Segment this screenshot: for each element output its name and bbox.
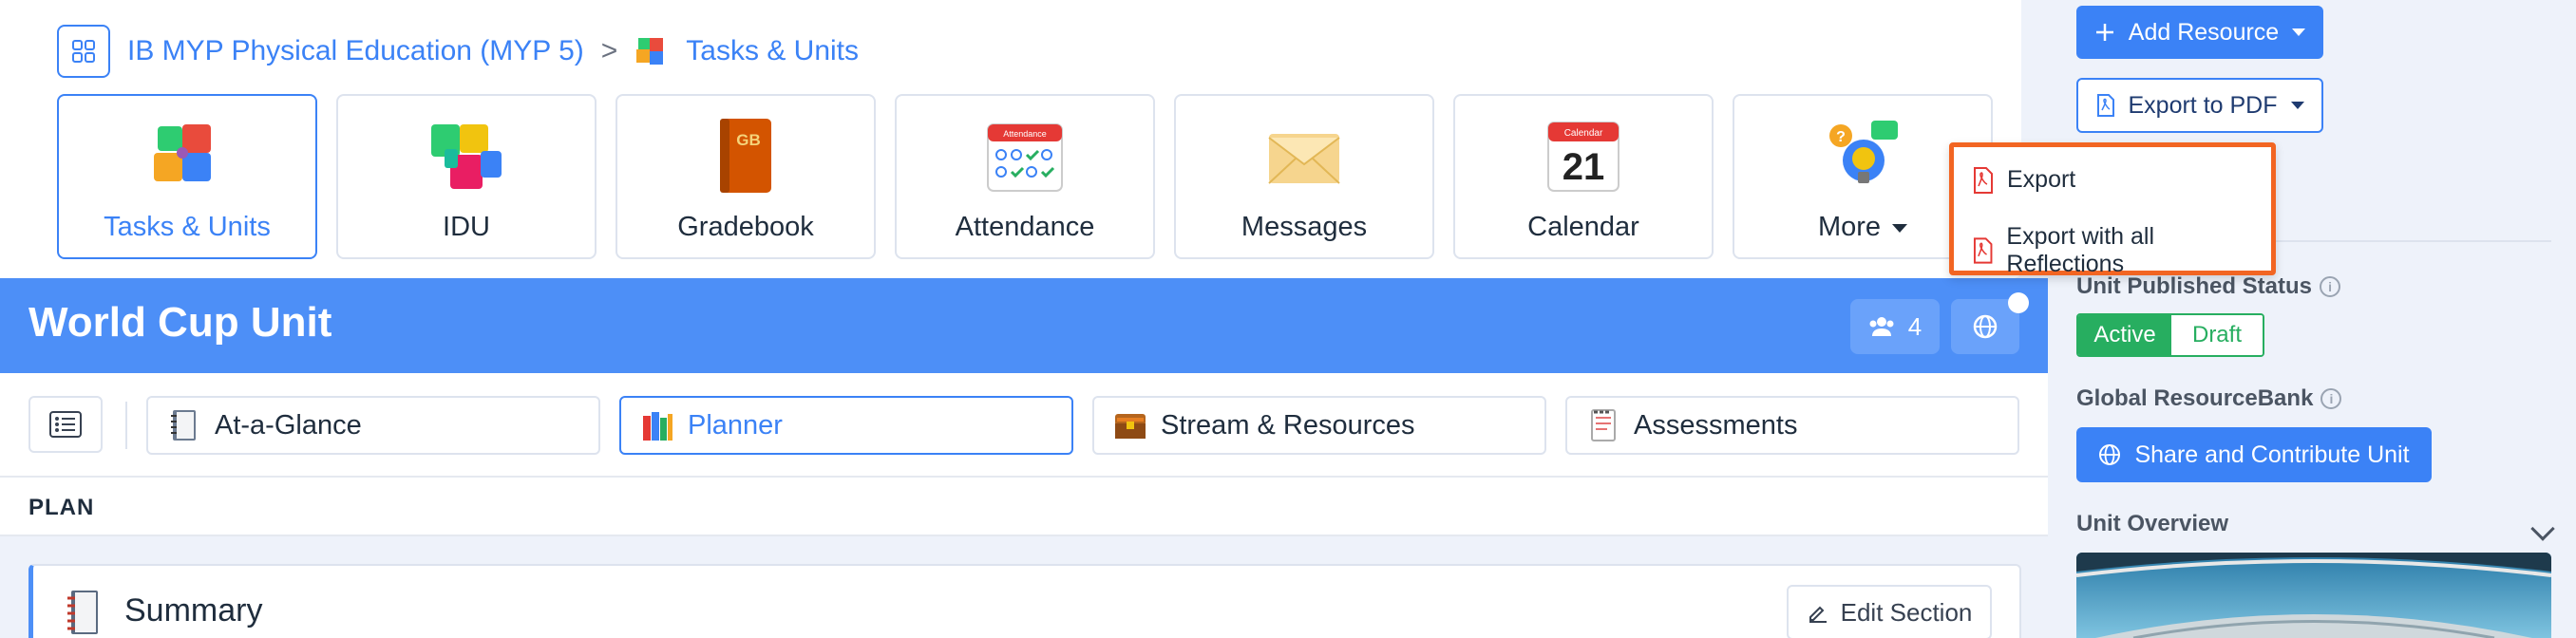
- export-dropdown-menu: Export Export with all Reflections: [1949, 142, 2276, 278]
- unit-overview-label: Unit Overview: [2076, 511, 2229, 536]
- tile-label: More: [1817, 212, 1908, 243]
- plan-section-header: PLAN: [0, 478, 2048, 536]
- apps-grid-icon[interactable]: [57, 25, 110, 78]
- export-pdf-label: Export to PDF: [2128, 91, 2278, 119]
- unit-tabs-bar: At-a-Glance Planner Stream & Resources A…: [0, 373, 2048, 478]
- export-reflections-menu-item[interactable]: Export with all Reflections: [1973, 223, 2271, 278]
- tab-planner[interactable]: Planner: [619, 396, 1073, 455]
- notepad-icon: [1591, 409, 1616, 441]
- export-menu-item[interactable]: Export: [1973, 166, 2075, 194]
- app-root: IB MYP Physical Education (MYP 5) > Task…: [0, 0, 2576, 638]
- add-resource-button[interactable]: Add Resource: [2076, 6, 2323, 59]
- tab-divider: [125, 402, 127, 449]
- resource-bank-label: Global ResourceBank: [2076, 385, 2314, 411]
- pencil-icon: [1809, 606, 1827, 623]
- tab-label: Stream & Resources: [1161, 409, 1415, 441]
- tile-label: Attendance: [955, 212, 1095, 242]
- gradebook-badge-text: GB: [736, 131, 761, 149]
- tab-assessments[interactable]: Assessments: [1565, 396, 2019, 455]
- module-tiles: Tasks & Units IDU GB Gradebook Attendanc…: [57, 94, 1993, 259]
- resource-bank-heading: Global ResourceBank i: [2076, 385, 2342, 412]
- tile-label: Tasks & Units: [104, 212, 271, 242]
- summary-title: Summary: [124, 592, 263, 629]
- plus-icon: [2095, 24, 2113, 41]
- status-active-option[interactable]: Active: [2078, 315, 2171, 355]
- pdf-file-icon: [1973, 237, 1993, 264]
- globe-icon: [1973, 314, 1998, 339]
- users-icon: [1869, 317, 1894, 336]
- tile-idu[interactable]: IDU: [336, 94, 597, 259]
- edit-section-label: Edit Section: [1840, 597, 1973, 627]
- notebook-icon: [67, 591, 98, 634]
- export-pdf-button[interactable]: Export to PDF: [2076, 78, 2323, 133]
- notebook-icon: [171, 410, 196, 441]
- info-icon[interactable]: i: [2320, 388, 2342, 409]
- tile-gradebook[interactable]: GB Gradebook: [616, 94, 876, 259]
- gradebook-icon: GB: [707, 117, 785, 195]
- right-sidebar: Add Resource Export to PDF Unit Publishe…: [2048, 0, 2576, 638]
- tile-tasks-units[interactable]: Tasks & Units: [57, 94, 317, 259]
- add-resource-label: Add Resource: [2128, 18, 2280, 46]
- course-header-card: IB MYP Physical Education (MYP 5) > Task…: [0, 0, 2021, 278]
- calendar-icon: Calendar 21: [1544, 117, 1622, 195]
- outline-list-button[interactable]: [28, 396, 103, 453]
- summary-card: Summary Edit Section: [28, 564, 2021, 638]
- list-icon: [49, 411, 82, 438]
- chevron-down-icon[interactable]: [2530, 516, 2555, 541]
- svg-text:?: ?: [1836, 129, 1846, 145]
- breadcrumb: IB MYP Physical Education (MYP 5) > Task…: [57, 25, 859, 78]
- tile-label: Calendar: [1527, 212, 1639, 242]
- unit-overview-heading: Unit Overview: [2076, 511, 2228, 537]
- notification-dot: [2008, 292, 2029, 313]
- tile-label: Messages: [1241, 212, 1368, 242]
- pdf-file-icon: [1974, 166, 1993, 194]
- status-draft-option[interactable]: Draft: [2171, 315, 2263, 355]
- export-menu-item-label: Export: [2007, 166, 2076, 193]
- puzzle-icon: [635, 34, 669, 68]
- caret-down-icon: [2290, 102, 2304, 109]
- breadcrumb-course-link[interactable]: IB MYP Physical Education (MYP 5): [127, 35, 584, 67]
- pdf-file-icon: [2096, 94, 2114, 117]
- status-toggle: Active Draft: [2076, 313, 2264, 357]
- share-contribute-button[interactable]: Share and Contribute Unit: [2076, 427, 2432, 482]
- tile-calendar[interactable]: Calendar 21 Calendar: [1453, 94, 1714, 259]
- attendance-badge-text: Attendance: [1003, 129, 1047, 139]
- globe-icon: [2099, 444, 2121, 465]
- breadcrumb-separator: >: [600, 35, 618, 66]
- books-icon: [643, 412, 672, 441]
- puzzle-pieces-icon: [427, 117, 505, 195]
- tab-at-a-glance[interactable]: At-a-Glance: [146, 396, 600, 455]
- unit-overview-image: [2076, 553, 2551, 638]
- plan-label: PLAN: [28, 495, 95, 520]
- edit-section-button[interactable]: Edit Section: [1787, 585, 1992, 638]
- puzzle-icon: [148, 117, 226, 195]
- unit-title: World Cup Unit: [28, 299, 332, 346]
- tile-label: IDU: [443, 212, 490, 242]
- caret-down-icon: [1892, 223, 1908, 233]
- tab-stream-resources[interactable]: Stream & Resources: [1092, 396, 1546, 455]
- unit-banner: World Cup Unit 4: [0, 278, 2048, 373]
- members-button[interactable]: 4: [1850, 299, 1940, 354]
- share-contribute-label: Share and Contribute Unit: [2134, 441, 2410, 468]
- tab-label: Assessments: [1634, 409, 1798, 441]
- tab-label: At-a-Glance: [215, 409, 362, 441]
- info-icon[interactable]: i: [2320, 276, 2341, 297]
- tile-more-label: More: [1817, 212, 1882, 242]
- help-bulb-icon: ?: [1824, 117, 1902, 195]
- tab-label: Planner: [688, 409, 783, 441]
- tile-messages[interactable]: Messages: [1174, 94, 1434, 259]
- calendar-day-text: 21: [1563, 146, 1605, 188]
- export-reflections-label: Export with all Reflections: [2006, 223, 2155, 277]
- caret-down-icon: [2292, 28, 2306, 36]
- treasure-chest-icon: [1115, 414, 1146, 439]
- member-count: 4: [1907, 311, 1923, 341]
- tile-attendance[interactable]: Attendance Attendance: [895, 94, 1155, 259]
- breadcrumb-current[interactable]: Tasks & Units: [686, 35, 859, 67]
- tile-label: Gradebook: [677, 212, 814, 242]
- envelope-icon: [1265, 117, 1343, 195]
- attendance-icon: Attendance: [986, 117, 1064, 195]
- calendar-badge-text: Calendar: [1564, 128, 1603, 139]
